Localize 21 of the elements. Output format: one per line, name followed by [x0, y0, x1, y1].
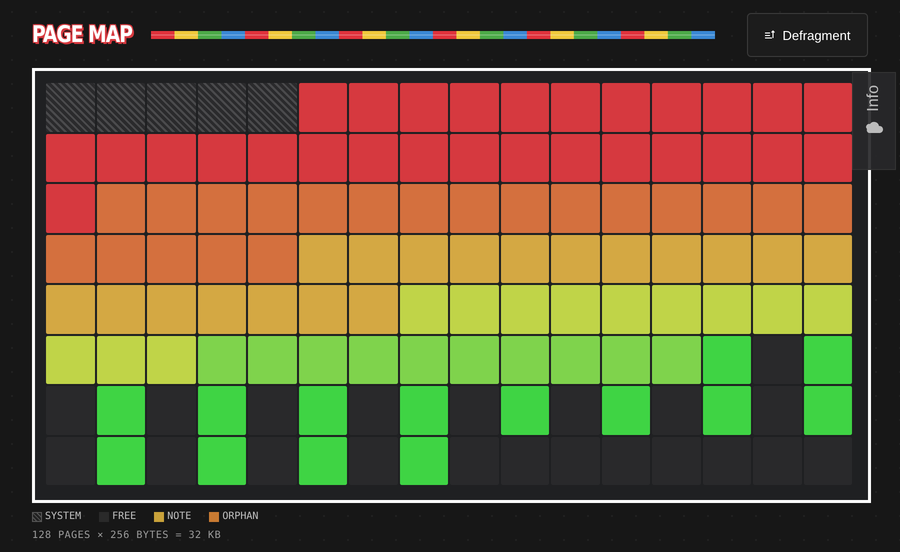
- system-page: [198, 83, 246, 132]
- info-tab[interactable]: Info: [852, 72, 896, 170]
- hatched-swatch: [32, 512, 42, 522]
- sort-icon: [764, 30, 775, 40]
- summary-text: 128 PAGES × 256 BYTES = 32 KB: [32, 530, 222, 541]
- cloud-icon: [865, 120, 883, 136]
- system-page: [248, 83, 296, 132]
- free-page: [702, 436, 751, 485]
- page-title: PAGE MAP: [32, 22, 132, 48]
- system-page: [46, 83, 94, 132]
- legend-label: SYSTEM: [45, 511, 82, 522]
- free-page: [602, 436, 650, 485]
- system-page: [147, 83, 196, 132]
- free-page: [804, 436, 852, 485]
- legend-label: FREE: [112, 511, 136, 522]
- legend-label: NOTE: [167, 511, 192, 522]
- system-page: [96, 83, 145, 132]
- free-page: [500, 436, 549, 485]
- legend-label: ORPHAN: [222, 511, 258, 522]
- defragment-button[interactable]: Defragment: [747, 13, 868, 57]
- free-page: [753, 336, 802, 384]
